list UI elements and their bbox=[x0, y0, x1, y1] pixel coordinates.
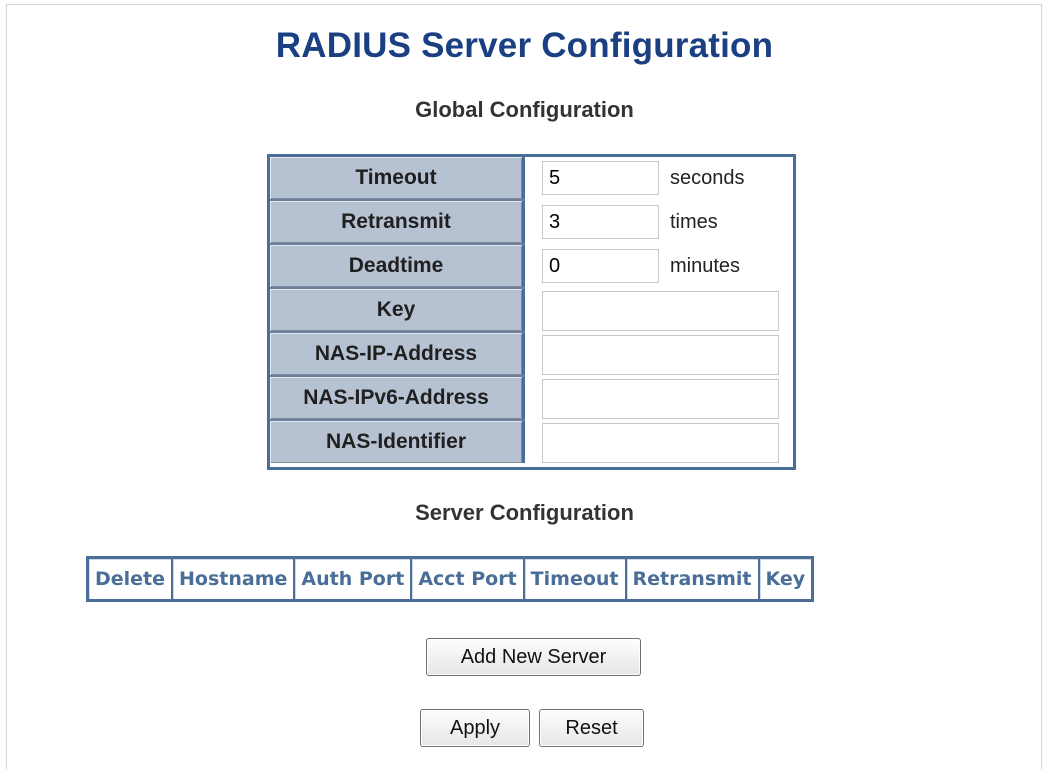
deadtime-label: Deadtime bbox=[270, 245, 525, 287]
column-header-timeout: Timeout bbox=[525, 559, 627, 599]
retransmit-label: Retransmit bbox=[270, 201, 525, 243]
global-config-table: Timeout seconds Retransmit times Deadtim… bbox=[267, 154, 796, 470]
nas-ipv6-address-label: NAS-IPv6-Address bbox=[270, 377, 525, 419]
column-header-auth-port: Auth Port bbox=[295, 559, 413, 599]
column-header-key: Key bbox=[760, 559, 812, 599]
deadtime-unit: minutes bbox=[670, 254, 741, 277]
server-config-table: Delete Hostname Auth Port Acct Port Time… bbox=[86, 556, 815, 602]
nas-identifier-input[interactable] bbox=[542, 423, 779, 463]
timeout-unit: seconds bbox=[670, 166, 745, 189]
server-config-heading: Server Configuration bbox=[415, 500, 634, 525]
deadtime-input[interactable] bbox=[542, 249, 659, 283]
column-header-acct-port: Acct Port bbox=[412, 559, 525, 599]
key-input[interactable] bbox=[542, 291, 779, 331]
retransmit-unit: times bbox=[670, 210, 718, 233]
retransmit-input[interactable] bbox=[542, 205, 659, 239]
nas-ip-address-label: NAS-IP-Address bbox=[270, 333, 525, 375]
column-header-hostname: Hostname bbox=[173, 559, 296, 599]
nas-identifier-label: NAS-Identifier bbox=[270, 421, 525, 463]
page-title: RADIUS Server Configuration bbox=[275, 26, 774, 65]
apply-button[interactable]: Apply bbox=[420, 709, 530, 747]
add-new-server-button[interactable]: Add New Server bbox=[426, 638, 641, 676]
column-header-retransmit: Retransmit bbox=[627, 559, 760, 599]
key-label: Key bbox=[270, 289, 525, 331]
global-config-heading: Global Configuration bbox=[415, 97, 634, 122]
timeout-input[interactable] bbox=[542, 161, 659, 195]
timeout-label: Timeout bbox=[270, 157, 525, 199]
nas-ipv6-address-input[interactable] bbox=[542, 379, 779, 419]
reset-button[interactable]: Reset bbox=[539, 709, 644, 747]
nas-ip-address-input[interactable] bbox=[542, 335, 779, 375]
column-header-delete: Delete bbox=[89, 559, 174, 599]
